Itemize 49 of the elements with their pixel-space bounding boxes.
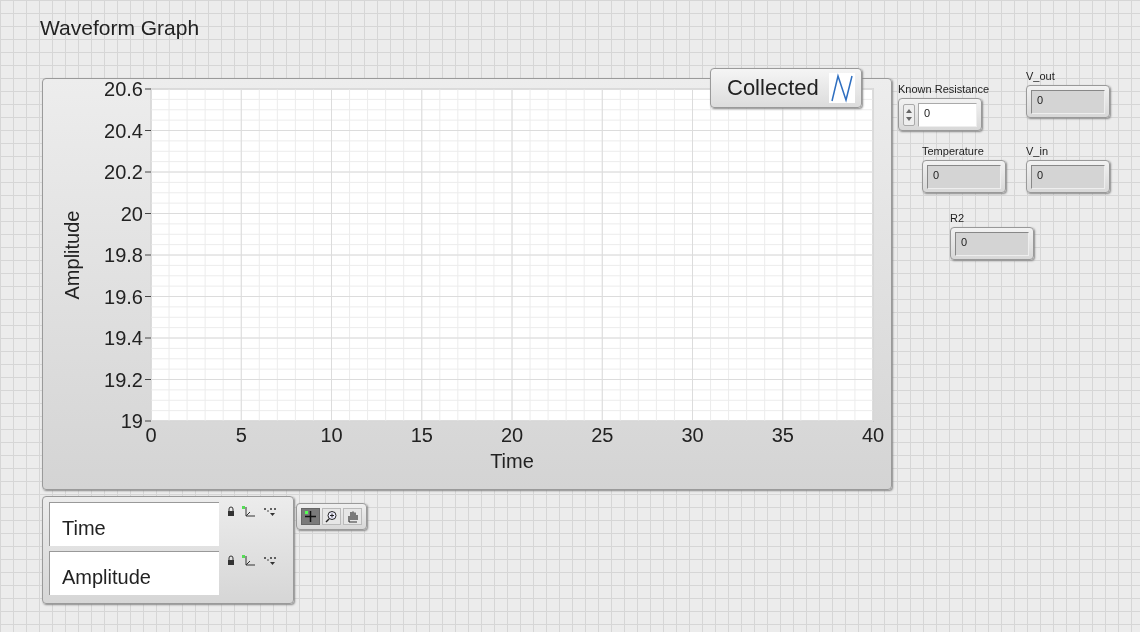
numeric-value: 0 bbox=[955, 231, 1029, 256]
numeric-value: 0 bbox=[927, 164, 1001, 189]
x-tick-label: 5 bbox=[235, 424, 247, 446]
x-axis-label: Time bbox=[490, 450, 534, 472]
plot-line-icon bbox=[828, 73, 855, 103]
x-autoscale-icon[interactable] bbox=[242, 506, 256, 517]
control-label: Known Resistance bbox=[898, 83, 990, 95]
y-tick-label: 19.2 bbox=[104, 368, 143, 391]
numeric-value: 0 bbox=[1031, 89, 1105, 114]
y-tick-label: 19.8 bbox=[104, 244, 143, 266]
control-label: R2 bbox=[950, 212, 966, 224]
x-tick-label: 30 bbox=[681, 424, 704, 446]
y-autoscale-icon[interactable] bbox=[242, 555, 256, 566]
x-tick-label: 15 bbox=[410, 424, 433, 446]
format-icon[interactable] bbox=[263, 555, 277, 566]
axis-name: Time bbox=[49, 502, 219, 546]
lock-icon[interactable] bbox=[227, 506, 235, 516]
hand-icon bbox=[346, 510, 359, 523]
control-label: V_out bbox=[1026, 70, 1056, 82]
y-axis-label: Amplitude bbox=[61, 210, 83, 300]
y-tick-label: 19.6 bbox=[104, 285, 143, 308]
y-tick-label: 20 bbox=[120, 202, 143, 225]
crosshair-icon bbox=[304, 510, 317, 523]
plot-legend[interactable]: Collected bbox=[710, 68, 862, 108]
axis-name: Amplitude bbox=[49, 551, 219, 595]
graph-title: Waveform Graph bbox=[40, 16, 200, 40]
palette-tool[interactable] bbox=[322, 508, 341, 525]
numeric-value[interactable]: 0 bbox=[918, 102, 977, 127]
numeric-value: 0 bbox=[1031, 164, 1105, 189]
control-label: Temperature bbox=[922, 145, 985, 157]
x-tick-label: 25 bbox=[591, 424, 614, 446]
x-tick-label: 0 bbox=[145, 424, 157, 446]
y-tick-label: 19 bbox=[120, 410, 143, 432]
y-tick-label: 19.4 bbox=[104, 327, 143, 349]
legend-label: Collected bbox=[727, 75, 819, 101]
numeric-control[interactable]: 0 bbox=[898, 98, 982, 131]
y-tick-label: 20.6 bbox=[104, 79, 143, 100]
y-tick-label: 20.2 bbox=[104, 161, 143, 183]
lock-icon[interactable] bbox=[227, 555, 235, 565]
control-label: V_in bbox=[1026, 145, 1050, 157]
format-icon[interactable] bbox=[263, 506, 277, 517]
x-tick-label: 10 bbox=[320, 424, 343, 446]
x-tick-label: 40 bbox=[861, 424, 885, 446]
spinner-buttons[interactable] bbox=[903, 103, 915, 126]
x-tick-label: 20 bbox=[500, 424, 524, 446]
zoom-icon bbox=[325, 510, 338, 523]
palette-tool[interactable] bbox=[301, 508, 320, 525]
y-tick-label: 20.4 bbox=[104, 119, 143, 142]
x-tick-label: 35 bbox=[771, 424, 794, 446]
